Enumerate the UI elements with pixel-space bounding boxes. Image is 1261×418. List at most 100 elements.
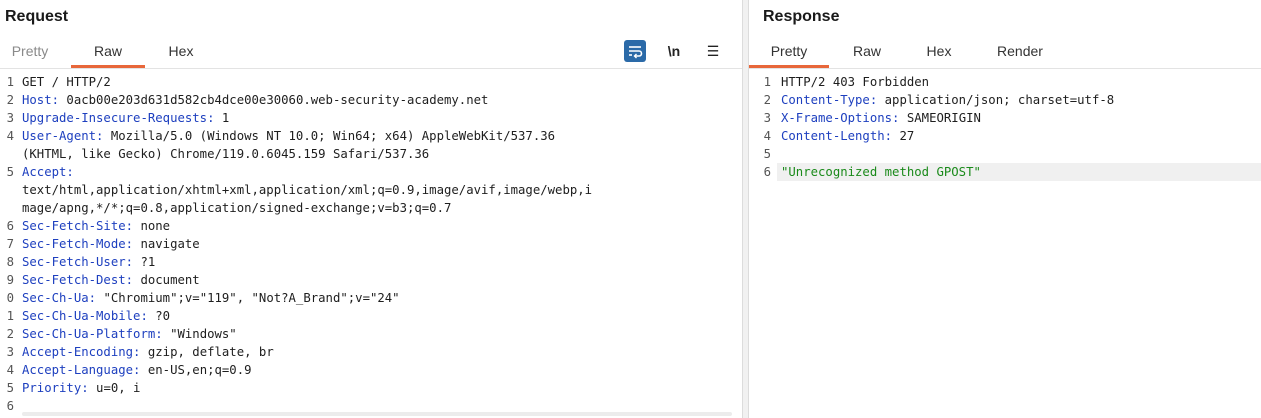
header-name: Accept: <box>22 165 74 179</box>
code-line[interactable]: 2 Host: 0acb00e203d631d582cb4dce00e30060.… <box>0 91 742 109</box>
header-value: SAMEORIGIN <box>899 111 981 125</box>
code-line[interactable]: 4 Accept-Language: en-US,en;q=0.9 <box>0 361 742 379</box>
request-panel: Request Pretty Raw Hex \n ☰ 1 GET / HTTP/… <box>0 0 742 418</box>
header-name: Sec-Fetch-Mode: <box>22 237 134 251</box>
line-number: 6 <box>6 399 14 413</box>
header-value: "Windows" <box>162 327 237 341</box>
line-content: Accept-Encoding: gzip, deflate, br <box>22 343 274 361</box>
line-content: mage/apng,*/*;q=0.8,application/signed-e… <box>22 199 451 217</box>
tab-pretty[interactable]: Pretty <box>2 38 58 65</box>
code-line[interactable]: 6 Sec-Fetch-Site: none <box>0 217 742 235</box>
header-value: 1 <box>214 111 230 125</box>
header-name: Accept-Language: <box>22 363 141 377</box>
code-line[interactable]: 5 <box>749 145 1261 163</box>
line-content: Sec-Fetch-Site: none <box>22 217 170 235</box>
header-name: Content-Type: <box>781 93 878 107</box>
header-name: Sec-Ch-Ua-Platform: <box>22 327 163 341</box>
header-name: Upgrade-Insecure-Requests: <box>22 111 215 125</box>
code-line[interactable]: 2 Content-Type: application/json; charset… <box>749 91 1261 109</box>
line-number: 2 <box>763 93 771 107</box>
line-content: Accept-Language: en-US,en;q=0.9 <box>22 361 252 379</box>
horizontal-scrollbar[interactable] <box>22 412 732 416</box>
line-number: 8 <box>6 255 14 269</box>
header-value: 0acb00e203d631d582cb4dce00e30060.web-sec… <box>59 93 489 107</box>
header-name: Sec-Ch-Ua: <box>22 291 97 305</box>
line-content: text/html,application/xhtml+xml,applicat… <box>22 181 592 199</box>
line-number: 3 <box>6 345 14 359</box>
line-number: 1 <box>763 75 771 89</box>
line-content: Accept: <box>22 163 74 181</box>
line-number: 4 <box>6 129 14 143</box>
line-number: 6 <box>6 219 14 233</box>
code-line[interactable]: 3 Upgrade-Insecure-Requests: 1 <box>0 109 742 127</box>
header-name: Sec-Fetch-Site: <box>22 219 134 233</box>
code-line[interactable]: (KHTML, like Gecko) Chrome/119.0.6045.15… <box>0 145 742 163</box>
body-string: "Unrecognized method GPOST" <box>781 165 981 179</box>
tab-hex[interactable]: Hex <box>915 38 963 65</box>
line-number: 1 <box>6 309 14 323</box>
line-number: 1 <box>6 75 14 89</box>
tab-raw[interactable]: Raw <box>843 38 891 65</box>
line-number: 9 <box>6 273 14 287</box>
header-value: HTTP/2 403 Forbidden <box>781 75 930 89</box>
header-value: application/json; charset=utf-8 <box>877 93 1115 107</box>
panel-divider[interactable] <box>742 0 749 418</box>
header-value: none <box>133 219 171 233</box>
line-content: Priority: u=0, i <box>22 379 140 397</box>
line-content: Host: 0acb00e203d631d582cb4dce00e30060.w… <box>22 91 488 109</box>
header-value: navigate <box>133 237 200 251</box>
code-line[interactable]: 8 Sec-Fetch-User: ?1 <box>0 253 742 271</box>
code-line[interactable]: 7 Sec-Fetch-Mode: navigate <box>0 235 742 253</box>
line-content: Sec-Fetch-Mode: navigate <box>22 235 200 253</box>
line-number: 2 <box>6 327 14 341</box>
menu-icon[interactable]: ☰ <box>702 40 724 62</box>
code-line[interactable]: 3 Accept-Encoding: gzip, deflate, br <box>0 343 742 361</box>
response-editor[interactable]: 1 HTTP/2 403 Forbidden 2 Content-Type: appl… <box>749 73 1261 181</box>
line-content: Content-Type: application/json; charset=… <box>781 91 1114 109</box>
code-line[interactable]: 4 User-Agent: Mozilla/5.0 (Windows NT 10.… <box>0 127 742 145</box>
code-line[interactable]: 1 Sec-Ch-Ua-Mobile: ?0 <box>0 307 742 325</box>
request-editor[interactable]: 1 GET / HTTP/2 2 Host: 0acb00e203d631d582cb… <box>0 73 742 415</box>
line-number: 5 <box>763 147 771 161</box>
header-name: Sec-Fetch-User: <box>22 255 134 269</box>
code-line[interactable]: 9 Sec-Fetch-Dest: document <box>0 271 742 289</box>
header-value: GET / HTTP/2 <box>22 75 111 89</box>
line-content: Sec-Fetch-Dest: document <box>22 271 200 289</box>
line-content: HTTP/2 403 Forbidden <box>781 73 929 91</box>
line-content: Upgrade-Insecure-Requests: 1 <box>22 109 229 127</box>
line-number: 6 <box>763 165 771 179</box>
line-content: Sec-Ch-Ua: "Chromium";v="119", "Not?A_Br… <box>22 289 400 307</box>
header-name: X-Frame-Options: <box>781 111 900 125</box>
response-title: Response <box>763 8 840 25</box>
code-line[interactable]: 4 Content-Length: 27 <box>749 127 1261 145</box>
line-content: GET / HTTP/2 <box>22 73 111 91</box>
header-value: document <box>133 273 200 287</box>
tab-render[interactable]: Render <box>989 38 1051 65</box>
header-name: Content-Length: <box>781 129 893 143</box>
code-line[interactable]: 2 Sec-Ch-Ua-Platform: "Windows" <box>0 325 742 343</box>
code-line[interactable]: 5 Priority: u=0, i <box>0 379 742 397</box>
newline-toggle-icon[interactable]: \n <box>662 40 686 62</box>
code-line[interactable]: 6 "Unrecognized method GPOST" <box>749 163 1261 181</box>
request-tab-bar: Pretty Raw Hex \n ☰ <box>0 38 742 69</box>
header-value: 27 <box>892 129 915 143</box>
code-line[interactable]: text/html,application/xhtml+xml,applicat… <box>0 181 742 199</box>
header-value: gzip, deflate, br <box>140 345 274 359</box>
line-number: 7 <box>6 237 14 251</box>
code-line[interactable]: mage/apng,*/*;q=0.8,application/signed-e… <box>0 199 742 217</box>
header-value: u=0, i <box>88 381 141 395</box>
tab-hex[interactable]: Hex <box>155 38 207 65</box>
header-value: mage/apng,*/*;q=0.8,application/signed-e… <box>22 201 452 215</box>
tab-pretty[interactable]: Pretty <box>749 38 829 68</box>
code-line[interactable]: 1 HTTP/2 403 Forbidden <box>749 73 1261 91</box>
code-line[interactable]: 1 GET / HTTP/2 <box>0 73 742 91</box>
header-name: Host: <box>22 93 60 107</box>
code-line[interactable]: 0 Sec-Ch-Ua: "Chromium";v="119", "Not?A_B… <box>0 289 742 307</box>
response-panel: Response Pretty Raw Hex Render 1 HTTP/2 4… <box>749 0 1261 418</box>
tab-raw[interactable]: Raw <box>71 38 145 68</box>
line-content: Sec-Ch-Ua-Mobile: ?0 <box>22 307 170 325</box>
word-wrap-icon[interactable] <box>624 40 646 62</box>
line-content: "Unrecognized method GPOST" <box>781 163 981 181</box>
code-line[interactable]: 5 Accept: <box>0 163 742 181</box>
code-line[interactable]: 3 X-Frame-Options: SAMEORIGIN <box>749 109 1261 127</box>
